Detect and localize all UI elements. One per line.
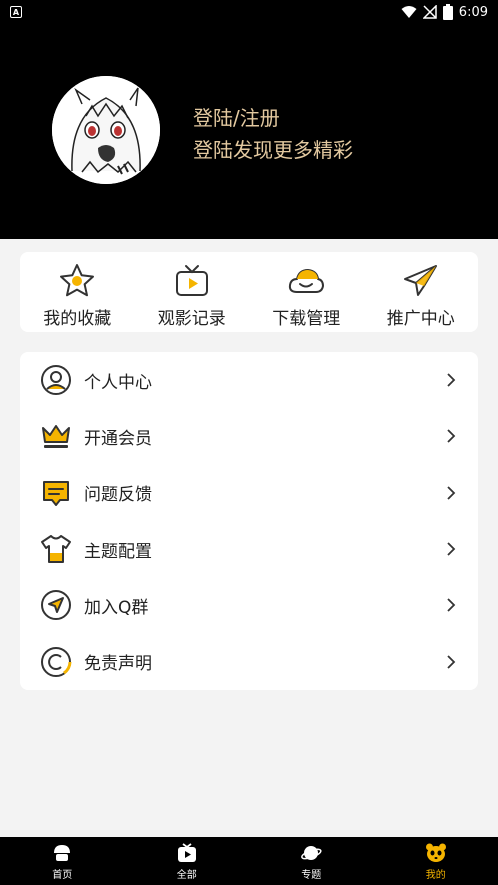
tab-label: 全部 xyxy=(176,869,197,881)
paper-plane-icon xyxy=(403,265,437,296)
chevron-right-icon xyxy=(447,429,456,444)
quick-label: 下载管理 xyxy=(272,309,341,329)
menu-item-profile[interactable]: 个人中心 xyxy=(20,352,478,408)
menu-item-disclaimer[interactable]: 免责声明 xyxy=(20,633,478,689)
location-arrow-icon xyxy=(41,590,71,621)
no-signal-icon xyxy=(422,5,437,19)
play-tv-icon xyxy=(177,842,196,862)
tshirt-icon xyxy=(41,535,71,564)
menu-label: 主题配置 xyxy=(84,541,152,562)
status-left: A xyxy=(10,6,22,18)
quick-favorites[interactable]: 我的收藏 xyxy=(20,252,135,332)
menu-item-theme[interactable]: 主题配置 xyxy=(20,521,478,577)
chevron-right-icon xyxy=(447,542,456,556)
status-bar: A 6:09 xyxy=(0,0,498,24)
battery-icon xyxy=(442,4,453,20)
chevron-right-icon xyxy=(447,486,456,500)
chevron-right-icon xyxy=(447,373,456,387)
menu-label: 加入Q群 xyxy=(84,597,149,618)
anime-avatar-icon xyxy=(52,76,160,184)
menu-label: 免责声明 xyxy=(84,654,152,675)
panda-icon xyxy=(425,843,446,862)
tv-icon xyxy=(175,265,208,296)
status-right: 6:09 xyxy=(401,4,488,20)
menu-label: 问题反馈 xyxy=(84,485,152,506)
tab-mine[interactable]: 我的 xyxy=(374,837,498,885)
menu-item-qq-group[interactable]: 加入Q群 xyxy=(20,577,478,633)
menu-label: 个人中心 xyxy=(84,372,152,393)
tab-label: 专题 xyxy=(301,869,322,881)
cloud-icon xyxy=(289,269,325,293)
quick-label: 我的收藏 xyxy=(43,309,112,329)
notification-a-icon: A xyxy=(10,6,22,18)
profile-header: 登陆/注册 登陆发现更多精彩 xyxy=(0,24,498,239)
login-register-link[interactable]: 登陆/注册 xyxy=(193,102,280,131)
home-icon xyxy=(54,844,71,861)
menu-item-feedback[interactable]: 问题反馈 xyxy=(20,465,478,521)
tab-label: 我的 xyxy=(425,869,446,881)
tab-label: 首页 xyxy=(52,869,73,881)
tab-home[interactable]: 首页 xyxy=(0,837,125,885)
quick-downloads[interactable]: 下载管理 xyxy=(249,252,364,332)
chevron-right-icon xyxy=(447,654,456,669)
star-icon xyxy=(60,264,95,297)
quick-promotion[interactable]: 推广中心 xyxy=(364,252,479,332)
feedback-icon xyxy=(43,480,69,506)
login-subtitle: 登陆发现更多精彩 xyxy=(193,138,353,162)
wifi-icon xyxy=(401,6,417,18)
quick-label: 观影记录 xyxy=(157,309,226,329)
quick-history[interactable]: 观影记录 xyxy=(135,252,250,332)
menu-item-vip[interactable]: 开通会员 xyxy=(20,408,478,464)
copyright-icon xyxy=(41,646,72,677)
user-icon xyxy=(41,365,71,396)
avatar[interactable] xyxy=(52,76,160,184)
quick-actions-card: 我的收藏 观影记录 下载管理 推广中心 xyxy=(20,252,478,332)
status-time: 6:09 xyxy=(458,4,488,20)
menu-label: 开通会员 xyxy=(84,428,152,449)
planet-icon xyxy=(301,845,322,860)
tab-all[interactable]: 全部 xyxy=(125,837,250,885)
quick-label: 推广中心 xyxy=(386,309,455,329)
chevron-right-icon xyxy=(447,598,456,612)
menu-card: 个人中心 开通会员 问题反馈 主题配置 加入Q群 免责声明 xyxy=(20,352,478,690)
tab-topics[interactable]: 专题 xyxy=(249,837,374,885)
crown-icon xyxy=(42,425,70,449)
bottom-tab-bar: 首页 全部 专题 我的 xyxy=(0,837,498,885)
